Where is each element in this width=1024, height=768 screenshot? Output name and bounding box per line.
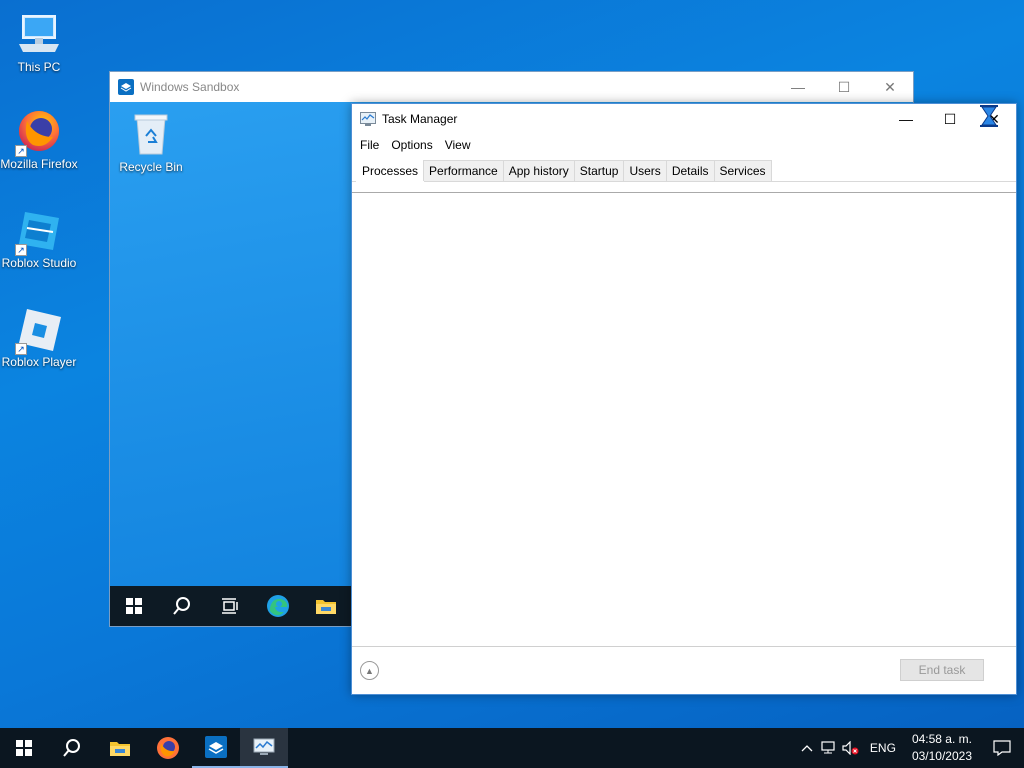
windows-logo-icon (126, 598, 142, 614)
sandbox-edge-button[interactable] (254, 586, 302, 626)
desktop-icon-firefox[interactable]: ↗ Mozilla Firefox (0, 107, 78, 172)
firefox-icon (157, 737, 179, 759)
start-button[interactable] (0, 728, 48, 768)
desktop-icon-this-pc[interactable]: This PC (0, 10, 78, 75)
clock[interactable]: 04:58 a. m. 03/10/2023 (904, 731, 980, 765)
tab-app-history[interactable]: App history (502, 160, 575, 181)
task-manager-icon (253, 738, 275, 755)
task-manager-tabs: Processes Performance App history Startu… (352, 156, 1016, 182)
recycle-bin-icon (127, 110, 175, 158)
tab-services[interactable]: Services (713, 160, 772, 181)
task-manager-titlebar[interactable]: Task Manager — ☐ ✕ (352, 104, 1016, 134)
sandbox-maximize-button[interactable]: ☐ (821, 72, 867, 102)
desktop-icon-roblox-player[interactable]: ↗ Roblox Player (0, 305, 78, 370)
taskbar: ENG 04:58 a. m. 03/10/2023 (0, 728, 1024, 768)
sandbox-start-button[interactable] (110, 586, 158, 626)
roblox-player-icon: ↗ (15, 305, 63, 355)
desktop-icon-label: Roblox Studio (1, 256, 77, 270)
sandbox-task-view-button[interactable] (206, 586, 254, 626)
sandbox-close-button[interactable]: ✕ (867, 72, 913, 102)
folder-icon (110, 742, 130, 756)
system-tray: ENG 04:58 a. m. 03/10/2023 (796, 728, 1024, 768)
sandbox-minimize-button[interactable]: — (775, 72, 821, 102)
folder-icon (316, 600, 336, 614)
roblox-studio-icon: ↗ (15, 206, 63, 256)
desktop-icon-recycle-bin[interactable]: Recycle Bin (112, 110, 190, 175)
search-icon (173, 597, 190, 615)
tab-processes[interactable]: Processes (356, 158, 425, 182)
desktop-icon-label: Recycle Bin (119, 160, 183, 174)
search-icon (63, 739, 80, 757)
task-manager-icon (360, 111, 376, 127)
input-language-indicator[interactable]: ENG (862, 741, 904, 755)
clock-time: 04:58 a. m. (911, 732, 972, 746)
processes-list-area[interactable] (352, 192, 1016, 646)
sandbox-icon (205, 736, 227, 758)
edge-icon (267, 595, 289, 617)
task-manager-minimize-button[interactable]: — (884, 104, 928, 134)
taskbar-windows-sandbox[interactable] (192, 728, 240, 768)
menu-options[interactable]: Options (385, 138, 438, 152)
taskbar-file-explorer[interactable] (96, 728, 144, 768)
shortcut-arrow-icon: ↗ (15, 145, 27, 157)
desktop-icon-label: Roblox Player (1, 355, 77, 369)
sandbox-file-explorer-button[interactable] (302, 586, 350, 626)
shortcut-arrow-icon: ↗ (15, 244, 27, 256)
tab-performance[interactable]: Performance (423, 160, 504, 181)
tab-users[interactable]: Users (623, 160, 667, 181)
menu-view[interactable]: View (439, 138, 477, 152)
hourglass-cursor-icon (978, 104, 1000, 128)
search-button[interactable] (48, 728, 96, 768)
fewer-details-chevron-up-icon[interactable]: ▲ (360, 661, 379, 680)
volume-muted-icon[interactable] (840, 728, 862, 768)
desktop-icon-label: Mozilla Firefox (0, 157, 78, 171)
show-hidden-icons-chevron-up-icon[interactable] (796, 728, 818, 768)
task-view-icon (222, 598, 238, 614)
taskbar-firefox[interactable] (144, 728, 192, 768)
menu-file[interactable]: File (354, 138, 385, 152)
task-manager-footer: ▲ End task (352, 646, 1016, 694)
task-manager-window[interactable]: Task Manager — ☐ ✕ File Options View Pro… (351, 103, 1017, 695)
taskbar-task-manager[interactable] (240, 728, 288, 768)
sandbox-icon (118, 79, 134, 95)
desktop-icon-roblox-studio[interactable]: ↗ Roblox Studio (0, 206, 78, 271)
shortcut-arrow-icon: ↗ (15, 343, 27, 355)
task-manager-maximize-button[interactable]: ☐ (928, 104, 972, 134)
notification-center-button[interactable] (980, 728, 1024, 768)
windows-logo-icon (16, 740, 32, 756)
clock-date: 03/10/2023 (911, 749, 972, 763)
tab-details[interactable]: Details (665, 160, 715, 181)
desktop-icon-label: This PC (17, 60, 61, 74)
computer-icon (15, 10, 63, 58)
end-task-button[interactable]: End task (900, 659, 984, 681)
task-manager-title: Task Manager (382, 112, 458, 126)
tab-startup[interactable]: Startup (573, 160, 625, 181)
notification-icon (993, 740, 1011, 756)
sandbox-search-button[interactable] (158, 586, 206, 626)
task-manager-menubar: File Options View (352, 134, 1016, 156)
firefox-icon: ↗ (15, 107, 63, 157)
sandbox-title: Windows Sandbox (140, 80, 240, 94)
network-icon[interactable] (818, 728, 840, 768)
sandbox-titlebar[interactable]: Windows Sandbox — ☐ ✕ (110, 72, 913, 102)
